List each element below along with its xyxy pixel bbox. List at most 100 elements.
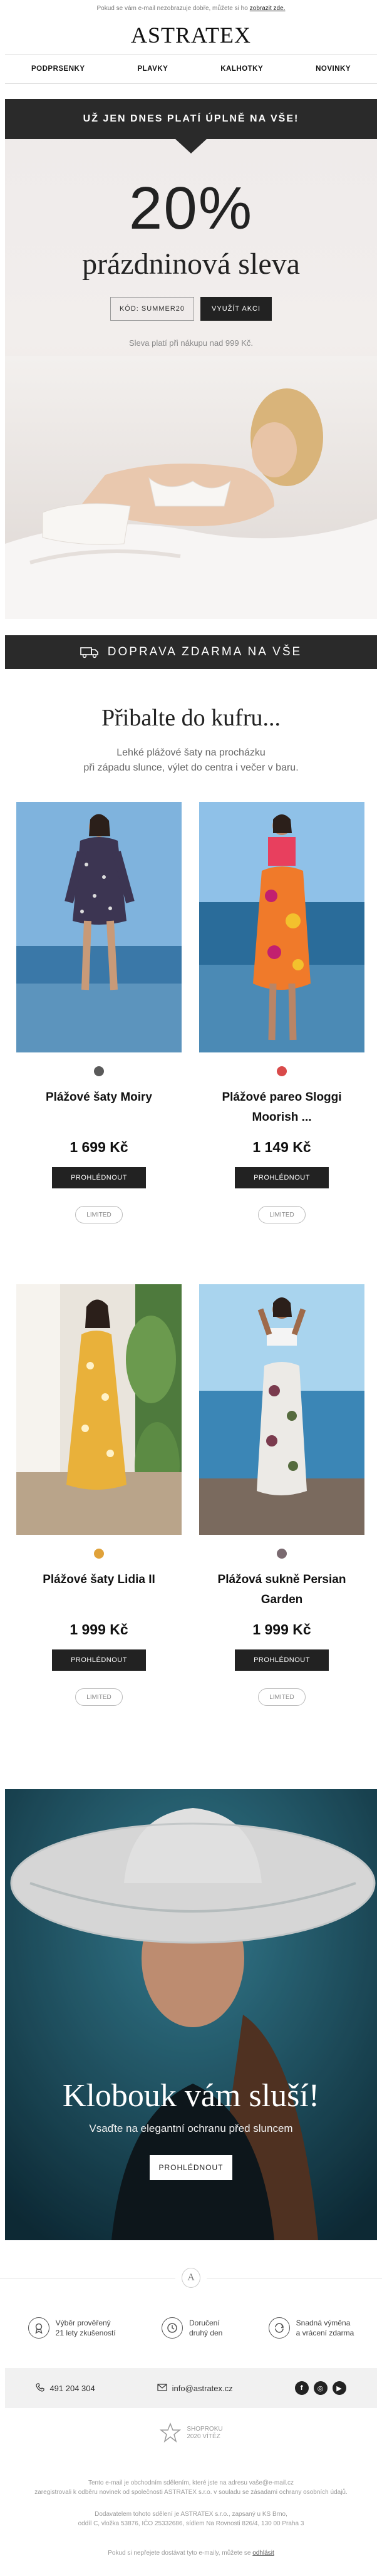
social-links: f ◎ ▶ bbox=[294, 2381, 346, 2395]
product-photo bbox=[199, 802, 364, 1052]
product-name[interactable]: Plážové šaty Moiry bbox=[16, 1088, 182, 1128]
product-price: 1 149 Kč bbox=[252, 1139, 311, 1155]
product-name[interactable]: Plážová sukně Persian Garden bbox=[199, 1570, 364, 1610]
product-photo bbox=[16, 802, 182, 1052]
product-name[interactable]: Plážové pareo Sloggi Moorish ... bbox=[199, 1088, 364, 1128]
product-price: 1 999 Kč bbox=[70, 1621, 128, 1638]
product-price: 1 999 Kč bbox=[252, 1621, 311, 1638]
footer-legal-1: Tento e-mail je obchodním sdělením, kter… bbox=[0, 2478, 382, 2497]
benefit-item: Výběr prověřený 21 lety zkušeností bbox=[28, 2317, 116, 2339]
main-nav: PODPRSENKY PLAVKY KALHOTKY NOVINKY bbox=[5, 54, 377, 84]
contact-bar: 491 204 304 info@astratex.cz f ◎ ▶ bbox=[5, 2368, 377, 2408]
color-swatch[interactable] bbox=[94, 1549, 104, 1559]
footer-line5: Pokud si nepřejete dostávat tyto e-maily… bbox=[108, 2550, 251, 2557]
limited-badge: LIMITED bbox=[75, 1206, 123, 1223]
phone-icon bbox=[36, 2382, 45, 2394]
benefit-line1: Výběr prověřený bbox=[55, 2319, 111, 2327]
benefit-line2: druhý den bbox=[188, 2329, 223, 2337]
promo-code: KÓD: SUMMER20 bbox=[110, 297, 195, 321]
instagram-icon[interactable]: ◎ bbox=[313, 2381, 328, 2395]
hat-title: Klobouk vám sluší! bbox=[62, 2078, 320, 2114]
return-icon bbox=[268, 2317, 290, 2339]
preheader: Pokud se vám e-mail nezobrazuje dobře, m… bbox=[0, 0, 382, 16]
award-line2: 2020 VÍTĚZ bbox=[187, 2433, 220, 2440]
nav-item-novinky[interactable]: NOVINKY bbox=[316, 65, 351, 73]
benefit-text: Snadná výměna a vrácení zdarma bbox=[296, 2318, 354, 2338]
product-image[interactable] bbox=[199, 802, 364, 1052]
benefit-line1: Doručení bbox=[188, 2319, 220, 2327]
promo-arrow bbox=[175, 138, 207, 153]
section-title: Přibalte do kufru... bbox=[101, 705, 281, 731]
footer-line4: oddíl C, vložka 53876, IČO 25332686, síd… bbox=[78, 2520, 304, 2527]
email-contact[interactable]: info@astratex.cz bbox=[157, 2384, 233, 2393]
facebook-icon[interactable]: f bbox=[294, 2381, 309, 2395]
footer-legal-2: Dodavatelem tohoto sdělení je ASTRATEX s… bbox=[0, 2510, 382, 2528]
benefit-item: Doručení druhý den bbox=[161, 2317, 222, 2339]
clock-icon bbox=[161, 2317, 183, 2339]
youtube-icon[interactable]: ▶ bbox=[332, 2381, 346, 2395]
use-offer-button[interactable]: VYUŽÍT AKCI bbox=[200, 297, 272, 321]
hat-banner[interactable]: Klobouk vám sluší! Vsaďte na elegantní o… bbox=[5, 1789, 377, 2240]
brand-seal: A bbox=[0, 2268, 382, 2288]
benefit-text: Doručení druhý den bbox=[189, 2318, 222, 2338]
limited-badge: LIMITED bbox=[258, 1688, 306, 1706]
product-price: 1 699 Kč bbox=[70, 1139, 128, 1155]
benefits-row: Výběr prověřený 21 lety zkušeností Doruč… bbox=[5, 2305, 377, 2350]
email-page: Pokud se vám e-mail nezobrazuje dobře, m… bbox=[0, 0, 382, 2576]
product-image[interactable] bbox=[199, 1284, 364, 1535]
product-card[interactable]: Plážová sukně Persian Garden 1 999 Kč PR… bbox=[199, 1284, 364, 1706]
brand-logo[interactable]: ASTRATEX bbox=[0, 16, 382, 54]
award-line1: SHOPROKU bbox=[187, 2426, 223, 2433]
benefit-line2: 21 lety zkušeností bbox=[55, 2329, 116, 2337]
hero-photo bbox=[5, 356, 377, 619]
footer-line1: Tento e-mail je obchodním sdělením, kter… bbox=[88, 2480, 294, 2486]
email-address[interactable]: info@astratex.cz bbox=[172, 2384, 233, 2393]
phone-number[interactable]: 491 204 304 bbox=[49, 2384, 95, 2393]
nav-item-plavky[interactable]: PLAVKY bbox=[137, 65, 168, 73]
view-online-link[interactable]: zobrazit zde. bbox=[250, 5, 286, 12]
product-card[interactable]: Plážové pareo Sloggi Moorish ... 1 149 K… bbox=[199, 802, 364, 1223]
benefit-line1: Snadná výměna bbox=[296, 2319, 351, 2327]
truck-icon bbox=[80, 647, 98, 658]
hero-banner[interactable]: UŽ JEN DNES PLATÍ ÚPLNĚ NA VŠE! 20% práz… bbox=[5, 99, 377, 619]
phone-contact[interactable]: 491 204 304 bbox=[36, 2382, 95, 2394]
hero-note: Sleva platí při nákupu nad 999 Kč. bbox=[128, 338, 254, 348]
view-product-button[interactable]: PROHLÉDNOUT bbox=[235, 1649, 329, 1671]
free-shipping-text: DOPRAVA ZDARMA NA VŠE bbox=[107, 645, 302, 658]
color-swatch[interactable] bbox=[94, 1066, 104, 1076]
product-image[interactable] bbox=[16, 1284, 182, 1535]
free-shipping-bar[interactable]: DOPRAVA ZDARMA NA VŠE bbox=[5, 635, 377, 669]
product-name[interactable]: Plážové šaty Lidia II bbox=[16, 1570, 182, 1610]
unsubscribe-link[interactable]: odhlásit bbox=[252, 2550, 274, 2557]
discount-percent: 20% bbox=[128, 175, 254, 242]
preheader-text: Pokud se vám e-mail nezobrazuje dobře, m… bbox=[96, 4, 248, 12]
benefit-item: Snadná výměna a vrácení zdarma bbox=[268, 2317, 354, 2339]
limited-badge: LIMITED bbox=[258, 1206, 306, 1223]
hero-subtitle: prázdninová sleva bbox=[82, 247, 300, 281]
promo-bar: UŽ JEN DNES PLATÍ ÚPLNĚ NA VŠE! bbox=[5, 99, 377, 139]
product-image[interactable] bbox=[16, 802, 182, 1052]
section-subtitle-line2: při západu slunce, výlet do centra i več… bbox=[83, 762, 299, 773]
hat-subtitle: Vsaďte na elegantní ochranu před sluncem bbox=[89, 2122, 293, 2134]
view-product-button[interactable]: PROHLÉDNOUT bbox=[52, 1167, 146, 1188]
color-swatch[interactable] bbox=[277, 1549, 287, 1559]
nav-item-kalhotky[interactable]: KALHOTKY bbox=[220, 65, 263, 73]
nav-item-podprsenky[interactable]: PODPRSENKY bbox=[31, 65, 85, 73]
product-card[interactable]: Plážové šaty Moiry 1 699 Kč PROHLÉDNOUT … bbox=[16, 802, 182, 1223]
benefit-line2: a vrácení zdarma bbox=[296, 2329, 354, 2337]
view-product-button[interactable]: PROHLÉDNOUT bbox=[52, 1649, 146, 1671]
product-card[interactable]: Plážové šaty Lidia II 1 999 Kč PROHLÉDNO… bbox=[16, 1284, 182, 1706]
color-swatch[interactable] bbox=[277, 1066, 287, 1076]
mail-icon bbox=[157, 2383, 167, 2393]
hero-photo-illustration bbox=[5, 356, 377, 619]
hat-view-button[interactable]: PROHLÉDNOUT bbox=[150, 2155, 232, 2180]
seal-letter: A bbox=[182, 2268, 200, 2288]
section-subtitle: Lehké plážové šaty na procházku při zápa… bbox=[0, 745, 382, 776]
section-subtitle-line1: Lehké plážové šaty na procházku bbox=[116, 747, 266, 758]
award-text: SHOPROKU 2020 VÍTĚZ bbox=[187, 2426, 222, 2441]
limited-badge: LIMITED bbox=[75, 1688, 123, 1706]
footer-line2: zaregistrovali k odběru novinek od spole… bbox=[34, 2489, 348, 2496]
footer-line3: Dodavatelem tohoto sdělení je ASTRATEX s… bbox=[95, 2511, 287, 2518]
award-icon bbox=[28, 2317, 49, 2339]
view-product-button[interactable]: PROHLÉDNOUT bbox=[235, 1167, 329, 1188]
